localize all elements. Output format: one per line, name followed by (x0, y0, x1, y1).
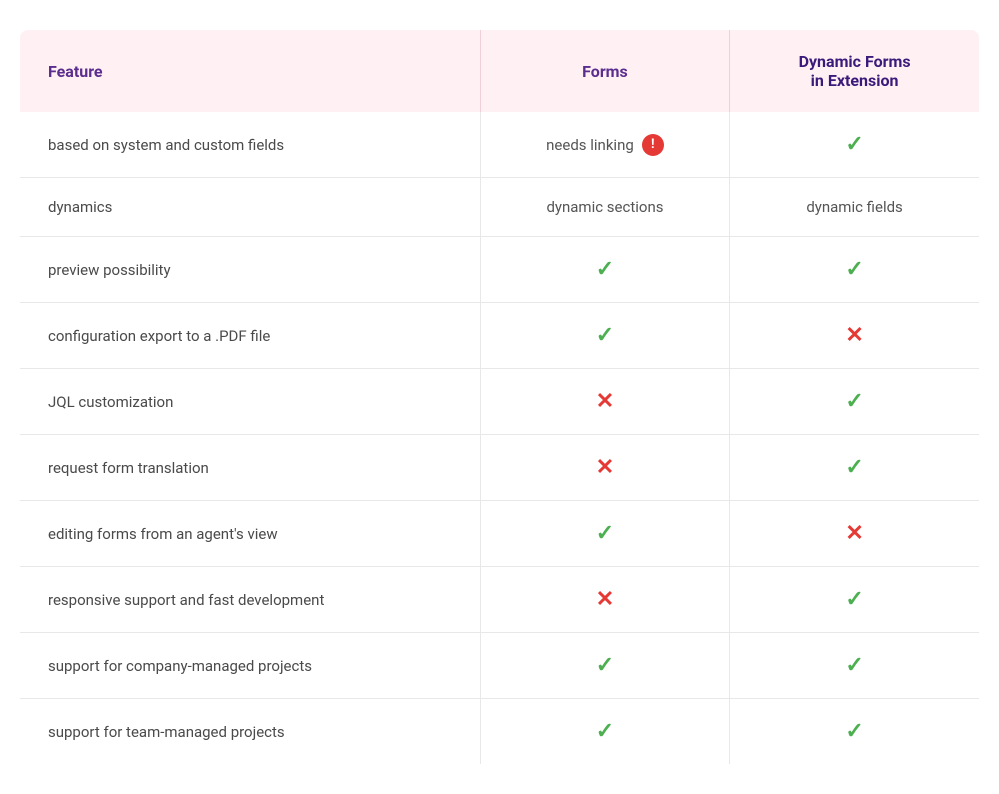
table-row: JQL customization ✕ ✓ (20, 369, 979, 435)
table-row: responsive support and fast development ✕… (20, 567, 979, 633)
needs-linking-cell: dynamic sections (546, 198, 663, 216)
table-row: dynamics dynamic sections dynamic fields (20, 178, 979, 237)
check-icon: ✓ (596, 323, 614, 348)
header-dynamic-forms: Dynamic Forms in Extension (730, 30, 979, 112)
dynamic-text-value: dynamic fields (806, 198, 903, 216)
cross-icon: ✕ (845, 521, 863, 546)
dynamic-forms-cell: ✓ (730, 369, 979, 435)
forms-cell: ✓ (480, 501, 729, 567)
check-icon: ✓ (845, 132, 863, 157)
feature-cell: dynamics (20, 178, 480, 237)
forms-text-value: needs linking (546, 136, 634, 154)
check-icon: ✓ (845, 389, 863, 414)
check-icon: ✓ (596, 257, 614, 282)
dynamic-forms-cell: ✓ (730, 633, 979, 699)
dynamic-forms-cell: ✓ (730, 435, 979, 501)
header-dynamic-line2: in Extension (811, 71, 899, 90)
dynamic-forms-cell: dynamic fields (730, 178, 979, 237)
forms-cell: ✕ (480, 435, 729, 501)
table-row: support for company-managed projects ✓ ✓ (20, 633, 979, 699)
feature-cell: request form translation (20, 435, 480, 501)
forms-text-value: dynamic sections (546, 198, 663, 216)
needs-linking-cell: needs linking! (546, 134, 664, 156)
forms-cell: needs linking! (480, 112, 729, 178)
cross-icon: ✕ (596, 587, 614, 612)
dynamic-forms-cell: ✓ (730, 567, 979, 633)
check-icon: ✓ (845, 455, 863, 480)
warning-badge-icon: ! (642, 134, 664, 156)
check-icon: ✓ (845, 587, 863, 612)
feature-cell: responsive support and fast development (20, 567, 480, 633)
dynamic-forms-cell: ✓ (730, 112, 979, 178)
header-forms: Forms (480, 30, 729, 112)
cross-icon: ✕ (845, 323, 863, 348)
dynamic-forms-cell: ✕ (730, 501, 979, 567)
forms-cell: ✕ (480, 567, 729, 633)
header-feature: Feature (20, 30, 480, 112)
forms-cell: ✓ (480, 633, 729, 699)
table-row: preview possibility ✓ ✓ (20, 237, 979, 303)
forms-cell: ✓ (480, 303, 729, 369)
check-icon: ✓ (596, 719, 614, 744)
cross-icon: ✕ (596, 389, 614, 414)
forms-cell: ✕ (480, 369, 729, 435)
forms-cell: ✓ (480, 237, 729, 303)
check-icon: ✓ (845, 653, 863, 678)
feature-cell: support for company-managed projects (20, 633, 480, 699)
check-icon: ✓ (596, 521, 614, 546)
table-row: configuration export to a .PDF file ✓ ✕ (20, 303, 979, 369)
forms-cell: ✓ (480, 699, 729, 765)
feature-cell: support for team-managed projects (20, 699, 480, 765)
dynamic-forms-cell: ✕ (730, 303, 979, 369)
check-icon: ✓ (596, 653, 614, 678)
dynamic-forms-cell: ✓ (730, 699, 979, 765)
feature-cell: editing forms from an agent's view (20, 501, 480, 567)
table-row: based on system and custom fields needs l… (20, 112, 979, 178)
comparison-table-wrapper: Feature Forms Dynamic Forms in Extension… (20, 30, 979, 764)
feature-cell: preview possibility (20, 237, 480, 303)
feature-cell: configuration export to a .PDF file (20, 303, 480, 369)
table-row: editing forms from an agent's view ✓ ✕ (20, 501, 979, 567)
check-icon: ✓ (845, 719, 863, 744)
dynamic-forms-cell: ✓ (730, 237, 979, 303)
check-icon: ✓ (845, 257, 863, 282)
cross-icon: ✕ (596, 455, 614, 480)
table-row: support for team-managed projects ✓ ✓ (20, 699, 979, 765)
header-dynamic-line1: Dynamic Forms (799, 52, 911, 71)
feature-cell: JQL customization (20, 369, 480, 435)
table-header-row: Feature Forms Dynamic Forms in Extension (20, 30, 979, 112)
forms-cell: dynamic sections (480, 178, 729, 237)
feature-cell: based on system and custom fields (20, 112, 480, 178)
table-row: request form translation ✕ ✓ (20, 435, 979, 501)
comparison-table: Feature Forms Dynamic Forms in Extension… (20, 30, 979, 764)
